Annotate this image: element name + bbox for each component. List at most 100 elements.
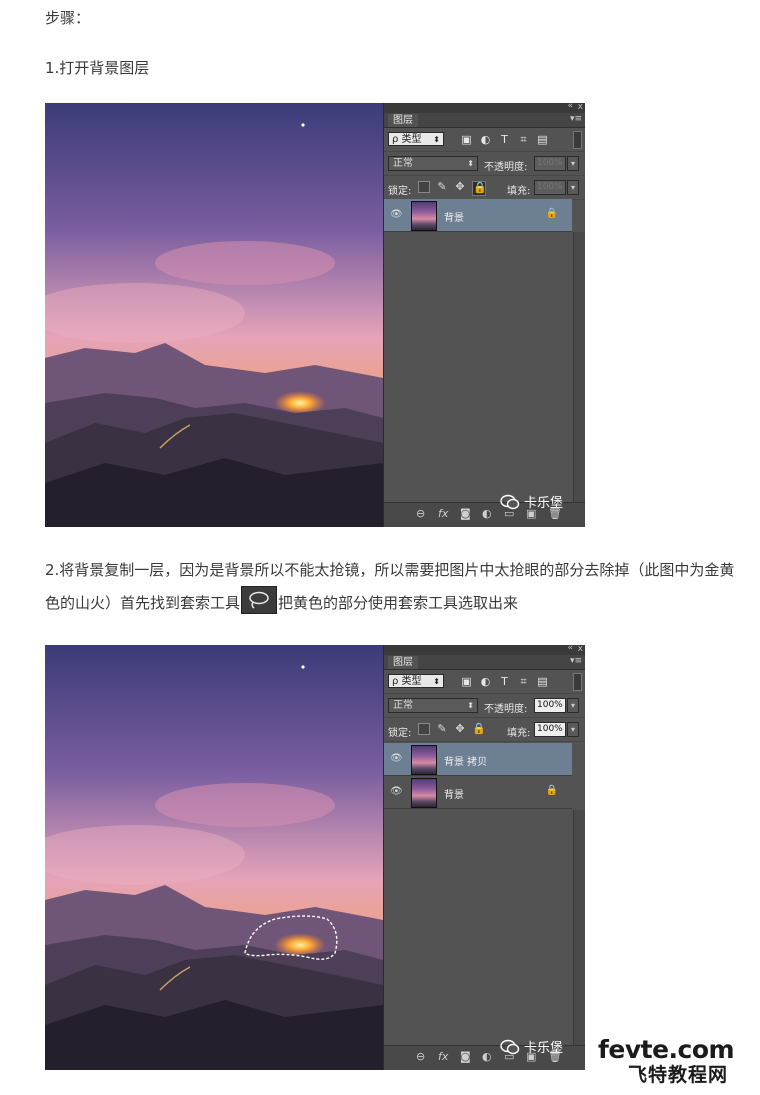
lock-move-icon[interactable]: ✥ [454,181,466,193]
eye-icon[interactable]: 👁 [390,753,403,764]
filter-toggle[interactable] [573,131,582,149]
close-icon[interactable]: x [578,103,583,112]
watermark: 卡乐堡 [500,1037,563,1056]
mountain-sunset-image [45,103,383,527]
layers-panel: « x 图层 ▾≡ ρ 类型 ⬍ ▣ ◐ T ⌗ ▤ 正常 ⬍ 不透明度: 100%… [383,645,585,1070]
filter-toggle[interactable] [573,673,582,691]
type-filter-icon[interactable]: T [498,675,511,688]
tab-layers[interactable]: 图层 [388,114,418,127]
layer-name: 背景 拷贝 [444,757,488,768]
tab-layers[interactable]: 图层 [388,656,418,669]
adjustment-layer-icon[interactable]: ◐ [482,507,492,520]
mask-icon[interactable]: ◙ [460,507,471,520]
opacity-field[interactable]: 100% [534,156,566,171]
blend-mode-value: 正常 [393,700,413,711]
eye-icon[interactable]: 👁 [390,786,403,797]
mountain-sunset-image [45,645,383,1070]
opacity-label: 不透明度: [484,162,528,173]
eye-icon[interactable]: 👁 [390,209,403,220]
panel-titlebar: « x [384,645,585,655]
watermark: 卡乐堡 [500,492,563,511]
type-filter-icon[interactable]: T [498,133,511,146]
layers-scrollbar[interactable] [573,232,585,502]
blend-mode-select[interactable]: 正常 ⬍ [388,156,478,171]
fx-icon[interactable]: fx [438,1050,448,1063]
blend-mode-value: 正常 [393,158,413,169]
blend-row: 正常 ⬍ 不透明度: 100% ▾ [384,694,585,718]
fill-label: 填充: [507,728,531,739]
fill-dropdown-icon[interactable]: ▾ [567,180,579,195]
layer-row-background[interactable]: 👁 背景 🔒 [384,776,572,809]
landscape-photo [45,645,383,1070]
watermark-text: 卡乐堡 [524,496,564,511]
mask-icon[interactable]: ◙ [460,1050,471,1063]
panel-menu-icon[interactable]: ▾≡ [570,114,582,124]
layer-row-background[interactable]: 👁 背景 🔒 [384,199,572,232]
filter-type-select[interactable]: ρ 类型 ⬍ [388,674,444,688]
opacity-dropdown-icon[interactable]: ▾ [567,156,579,171]
layer-thumbnail [411,745,437,775]
lock-transparent-icon[interactable] [418,181,430,193]
fx-icon[interactable]: fx [438,507,448,520]
lock-move-icon[interactable]: ✥ [454,723,466,735]
collapse-icon[interactable]: « [567,645,572,653]
step-heading: 步骤： [45,9,91,27]
image-filter-icon[interactable]: ▣ [460,675,473,688]
photoshop-screenshot-2: « x 图层 ▾≡ ρ 类型 ⬍ ▣ ◐ T ⌗ ▤ 正常 ⬍ 不透明度: 100%… [45,645,585,1070]
adjustment-filter-icon[interactable]: ◐ [479,133,492,146]
filter-row: ρ 类型 ⬍ ▣ ◐ T ⌗ ▤ [384,128,585,152]
filter-type-select[interactable]: ρ 类型 ⬍ [388,132,444,146]
layer-name: 背景 [444,213,464,224]
step2-text: 2.将背景复制一层，因为是背景所以不能太抢镜，所以需要把图片中太抢眼的部分去除掉… [45,555,735,619]
step1-text: 1.打开背景图层 [45,59,150,77]
lasso-tool-icon [241,586,278,614]
blend-mode-select[interactable]: 正常 ⬍ [388,698,478,713]
wechat-icon [500,494,520,510]
smart-object-filter-icon[interactable]: ▤ [536,675,549,688]
lock-icon: 🔒 [545,785,558,796]
wechat-icon [500,1039,520,1055]
photoshop-screenshot-1: « x 图层 ▾≡ ρ 类型 ⬍ ▣ ◐ T ⌗ ▤ 正常 ⬍ 不透明度: 100%… [45,103,585,527]
adjustment-filter-icon[interactable]: ◐ [479,675,492,688]
fill-dropdown-icon[interactable]: ▾ [567,722,579,737]
close-icon[interactable]: x [578,645,583,654]
lock-all-icon[interactable]: 🔒 [472,723,486,735]
fill-field[interactable]: 100% [534,180,566,195]
panel-titlebar: « x [384,103,585,113]
spin-icon: ⬍ [433,677,440,686]
lock-row: 锁定: ✎ ✥ 🔒 填充: 100% ▾ [384,718,585,742]
opacity-field[interactable]: 100% [534,698,566,713]
filter-label: ρ 类型 [392,134,422,145]
spin-icon: ⬍ [467,159,474,168]
lock-brush-icon[interactable]: ✎ [436,723,448,735]
collapse-icon[interactable]: « [567,103,572,111]
fill-label: 填充: [507,186,531,197]
fill-field[interactable]: 100% [534,722,566,737]
link-layers-icon[interactable]: ⊖ [416,1050,425,1063]
layers-scrollbar[interactable] [573,810,585,1046]
spin-icon: ⬍ [433,135,440,144]
panel-tabs: 图层 ▾≡ [384,655,585,670]
layers-panel: « x 图层 ▾≡ ρ 类型 ⬍ ▣ ◐ T ⌗ ▤ 正常 ⬍ 不透明度: 100%… [383,103,585,527]
layer-thumbnail [411,201,437,231]
lock-all-icon[interactable]: 🔒 [472,181,487,196]
filter-row: ρ 类型 ⬍ ▣ ◐ T ⌗ ▤ [384,670,585,694]
layer-row-background-copy[interactable]: 👁 背景 拷贝 [384,743,572,776]
blend-row: 正常 ⬍ 不透明度: 100% ▾ [384,152,585,176]
smart-object-filter-icon[interactable]: ▤ [536,133,549,146]
landscape-photo [45,103,383,527]
adjustment-layer-icon[interactable]: ◐ [482,1050,492,1063]
layer-name: 背景 [444,790,464,801]
shape-filter-icon[interactable]: ⌗ [517,675,530,688]
opacity-label: 不透明度: [484,704,528,715]
link-layers-icon[interactable]: ⊖ [416,507,425,520]
lock-label: 锁定: [388,186,412,197]
opacity-dropdown-icon[interactable]: ▾ [567,698,579,713]
lock-brush-icon[interactable]: ✎ [436,181,448,193]
image-filter-icon[interactable]: ▣ [460,133,473,146]
lock-transparent-icon[interactable] [418,723,430,735]
shape-filter-icon[interactable]: ⌗ [517,133,530,146]
panel-menu-icon[interactable]: ▾≡ [570,656,582,666]
site-logo: fevte.com 飞特教程网 [598,1035,758,1087]
lock-row: 锁定: ✎ ✥ 🔒 填充: 100% ▾ [384,176,585,200]
